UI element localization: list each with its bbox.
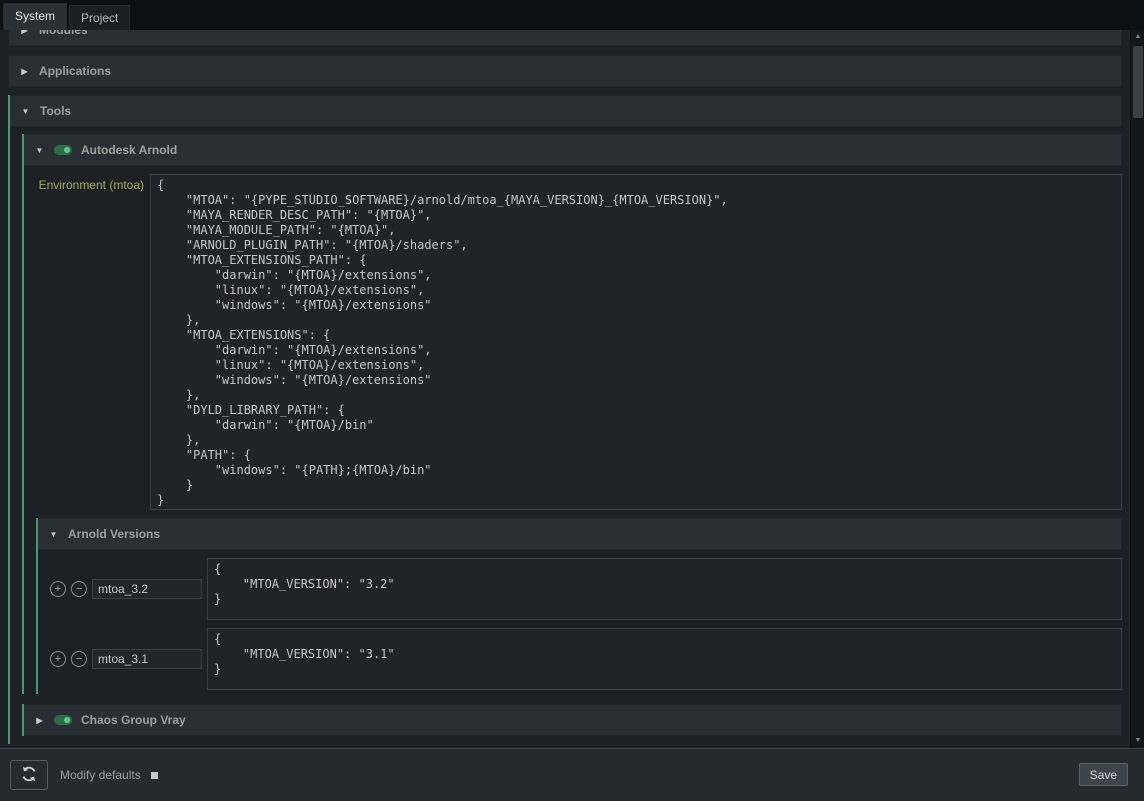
section-header-modules[interactable]: ▶ Modules [8,30,1122,46]
environment-label: Environment (mtoa) [24,174,150,192]
group-title-autodesk-arnold: Autodesk Arnold [81,143,177,157]
section-title-applications: Applications [39,64,111,78]
group-chaos-vray: ▶ Chaos Group Vray [22,704,1122,736]
version-name-input[interactable] [92,649,202,669]
modified-state-indicator-icon [151,772,158,779]
tab-bar: System Project [0,0,1144,30]
footer-bar: Modify defaults Save [0,748,1144,801]
chevron-right-icon: ▶ [34,716,45,725]
scrollbar-thumb[interactable] [1133,46,1143,118]
section-title-modules: Modules [39,30,88,37]
section-header-applications[interactable]: ▶ Applications [8,55,1122,87]
section-title-tools: Tools [40,104,71,118]
tab-system[interactable]: System [3,3,67,30]
version-json-textarea[interactable]: { "MTOA_VERSION": "3.1" } [207,628,1122,690]
environment-json-textarea[interactable]: { "MTOA": "{PYPE_STUDIO_SOFTWARE}/arnold… [150,174,1122,510]
group-title-arnold-versions: Arnold Versions [68,527,160,541]
version-name-input[interactable] [92,579,202,599]
add-version-button[interactable]: + [50,651,66,667]
scroll-up-button[interactable]: ▲ [1131,30,1144,44]
settings-scroll-area: ▶ Modules ▶ Applications ▼ Tools ▼ Autod… [0,30,1130,748]
vertical-scrollbar[interactable]: ▲ ▼ [1130,30,1144,748]
enabled-toggle-icon[interactable] [54,715,72,725]
refresh-icon [20,765,38,786]
section-header-tools[interactable]: ▼ Tools [10,95,1122,127]
version-json-textarea[interactable]: { "MTOA_VERSION": "3.2" } [207,558,1122,620]
scroll-down-button[interactable]: ▼ [1131,734,1144,748]
chevron-down-icon: ▼ [48,530,59,539]
add-version-button[interactable]: + [50,581,66,597]
settings-content: ▶ Modules ▶ Applications ▼ Tools ▼ Autod… [0,30,1130,744]
remove-version-button[interactable]: − [71,651,87,667]
modify-defaults-wrap: Modify defaults [60,749,158,801]
group-autodesk-arnold: ▼ Autodesk Arnold Environment (mtoa) { "… [22,134,1122,694]
header-chaos-vray[interactable]: ▶ Chaos Group Vray [24,704,1122,736]
save-button[interactable]: Save [1079,763,1128,786]
environment-row: Environment (mtoa) { "MTOA": "{PYPE_STUD… [24,174,1122,510]
version-row: + − { "MTOA_VERSION": "3.1" } [38,628,1122,690]
chevron-down-icon: ▼ [20,107,31,116]
version-row: + − { "MTOA_VERSION": "3.2" } [38,558,1122,620]
refresh-button[interactable] [10,760,48,790]
tab-project[interactable]: Project [69,5,130,30]
enabled-toggle-icon[interactable] [54,145,72,155]
header-arnold-versions[interactable]: ▼ Arnold Versions [38,518,1122,550]
chevron-right-icon: ▶ [19,30,30,35]
group-arnold-versions: ▼ Arnold Versions + − { "MTOA_VERSION": … [36,518,1122,694]
modify-defaults-label: Modify defaults [60,768,141,782]
tools-body: ▼ Autodesk Arnold Environment (mtoa) { "… [10,134,1122,744]
remove-version-button[interactable]: − [71,581,87,597]
group-title-chaos-vray: Chaos Group Vray [81,713,186,727]
header-autodesk-arnold[interactable]: ▼ Autodesk Arnold [24,134,1122,166]
chevron-right-icon: ▶ [19,67,30,76]
section-group-tools: ▼ Tools ▼ Autodesk Arnold Environment (m… [8,95,1122,744]
chevron-down-icon: ▼ [34,146,45,155]
